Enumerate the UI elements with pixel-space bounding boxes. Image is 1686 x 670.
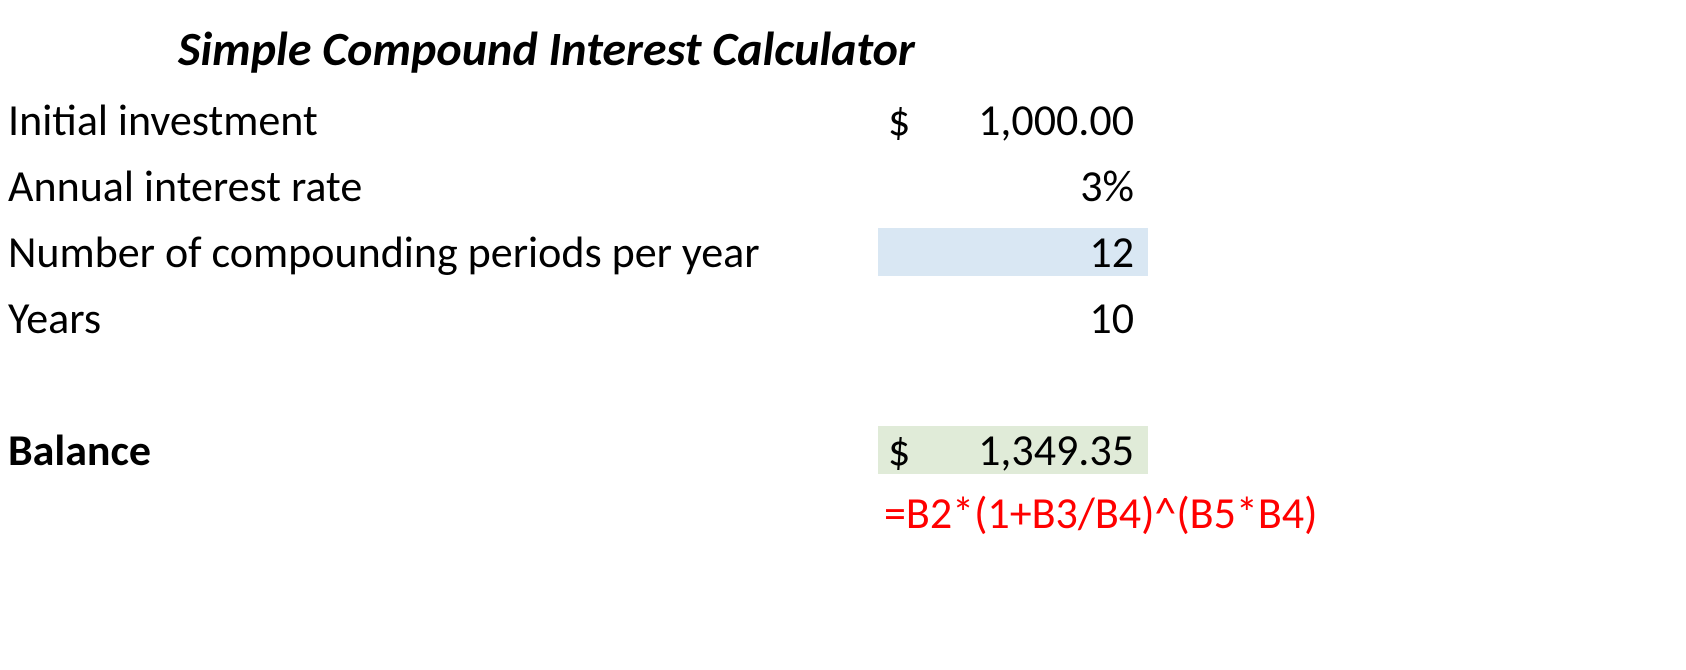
currency-symbol: $ bbox=[878, 426, 910, 474]
cell-initial-investment[interactable]: $ 1,000.00 bbox=[878, 96, 1148, 144]
cell-compounding-periods[interactable]: 12 bbox=[878, 228, 1148, 276]
row-years: Years 10 bbox=[8, 276, 1666, 342]
row-annual-rate: Annual interest rate 3% bbox=[8, 144, 1666, 210]
row-formula: =B2*(1+B3/B4)^(B5*B4) bbox=[8, 474, 1666, 540]
label-years: Years bbox=[8, 294, 878, 342]
label-balance: Balance bbox=[8, 426, 878, 474]
row-balance: Balance $ 1,349.35 bbox=[8, 408, 1666, 474]
title-row: Simple Compound Interest Calculator bbox=[8, 12, 1666, 78]
calculator-title: Simple Compound Interest Calculator bbox=[8, 19, 915, 78]
cell-years[interactable]: 10 bbox=[878, 294, 1148, 342]
spacer-row bbox=[8, 342, 1666, 408]
label-initial-investment: Initial investment bbox=[8, 96, 878, 144]
spreadsheet-view: Simple Compound Interest Calculator Init… bbox=[0, 0, 1686, 670]
value-years: 10 bbox=[1089, 291, 1134, 345]
label-compounding-periods: Number of compounding periods per year bbox=[8, 228, 878, 276]
value-compounding-periods: 12 bbox=[1089, 225, 1134, 279]
cell-balance[interactable]: $ 1,349.35 bbox=[878, 426, 1148, 474]
value-balance: 1,349.35 bbox=[978, 426, 1134, 474]
row-initial-investment: Initial investment $ 1,000.00 bbox=[8, 78, 1666, 144]
row-compounding-periods: Number of compounding periods per year 1… bbox=[8, 210, 1666, 276]
value-initial-investment: 1,000.00 bbox=[978, 96, 1134, 144]
currency-symbol: $ bbox=[878, 96, 910, 144]
label-annual-rate: Annual interest rate bbox=[8, 162, 878, 210]
value-annual-rate: 3% bbox=[1080, 159, 1134, 213]
cell-annual-rate[interactable]: 3% bbox=[878, 162, 1148, 210]
formula-text: =B2*(1+B3/B4)^(B5*B4) bbox=[878, 486, 1317, 540]
